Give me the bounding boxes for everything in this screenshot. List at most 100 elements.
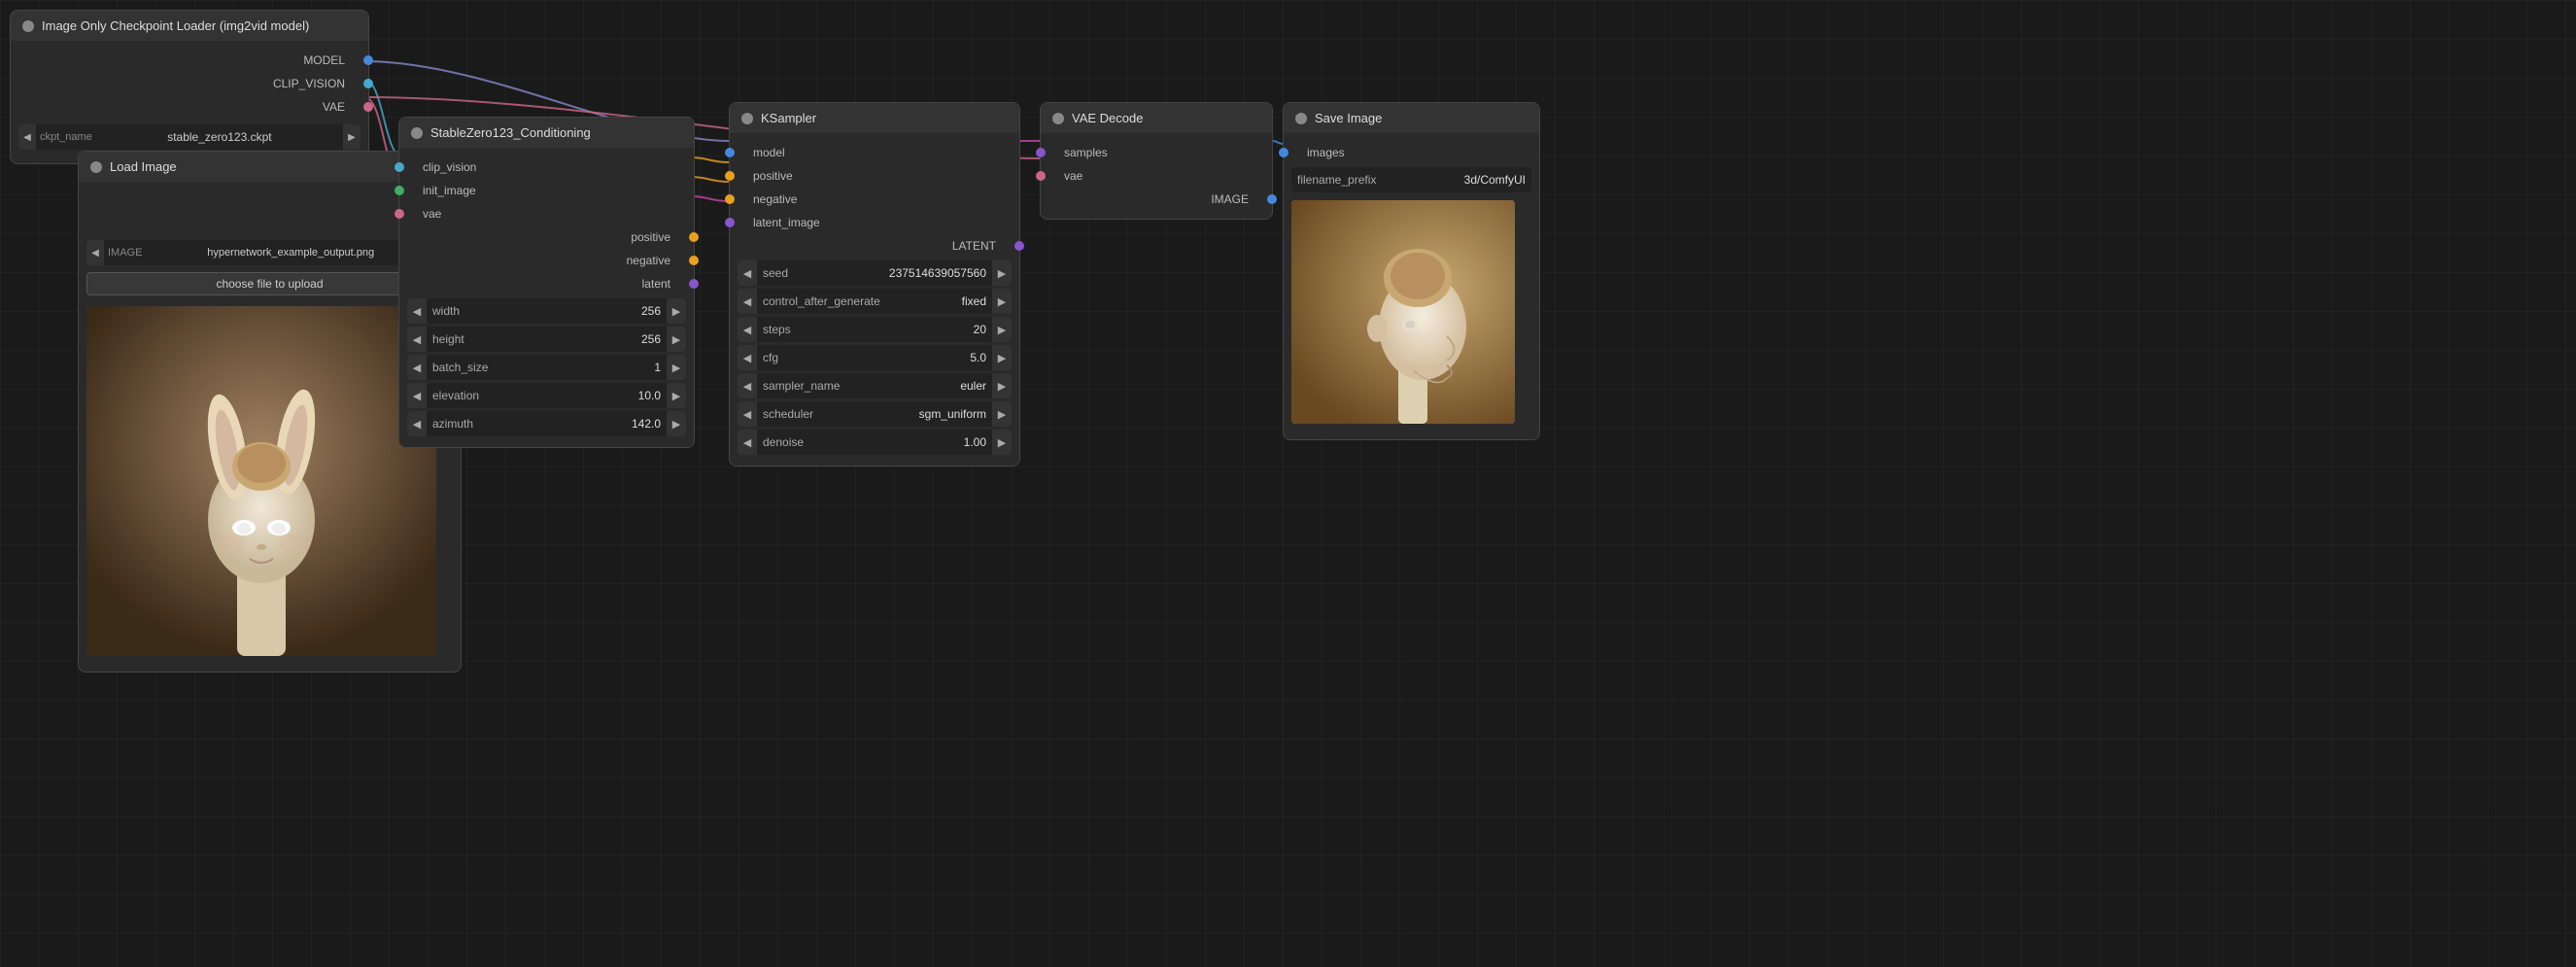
clip-vision-in-row: clip_vision [399,155,694,179]
seed-dec-btn[interactable]: ◀ [738,260,757,286]
images-in-row: images [1284,141,1539,164]
image-out2-row: IMAGE [1041,188,1272,211]
model-output-port[interactable] [363,55,373,65]
scheduler-dec-btn[interactable]: ◀ [738,401,757,427]
vae-input-port[interactable] [395,209,404,219]
denoise-inc-btn[interactable]: ▶ [992,430,1012,455]
height-inc-btn[interactable]: ▶ [667,327,686,352]
ksampler-positive-in-row: positive [730,164,1019,188]
steps-field: ◀ steps 20 ▶ [738,317,1012,342]
checkpoint-loader-title: Image Only Checkpoint Loader (img2vid mo… [42,18,309,33]
batch-value: 1 [648,361,667,374]
checkpoint-loader-node: Image Only Checkpoint Loader (img2vid mo… [10,10,369,164]
width-inc-btn[interactable]: ▶ [667,298,686,324]
denoise-label: denoise [757,435,958,449]
filename-prefix-value: 3d/ComfyUI [1459,173,1531,187]
control-inc-btn[interactable]: ▶ [992,289,1012,314]
sampler-inc-btn[interactable]: ▶ [992,373,1012,398]
vae-label: VAE [313,100,355,114]
elevation-inc-btn[interactable]: ▶ [667,383,686,408]
init-image-in-row: init_image [399,179,694,202]
image-prev-btn[interactable]: ◀ [86,240,104,265]
init-image-input-port[interactable] [395,186,404,195]
samples-input-port[interactable] [1036,148,1046,157]
vae-in2-label: vae [1054,169,1092,183]
positive-out-label: positive [621,230,680,244]
ksampler-latent-input-port[interactable] [725,218,735,227]
ksampler-status-dot [741,113,753,124]
ksampler-positive-input-port[interactable] [725,171,735,181]
filename-prefix-label: filename_prefix [1291,173,1459,187]
ksampler-body: model positive negative latent_image LAT… [730,133,1019,466]
batch-size-field: ◀ batch_size 1 ▶ [407,355,686,380]
control-after-generate-field: ◀ control_after_generate fixed ▶ [738,289,1012,314]
control-value: fixed [956,294,992,308]
height-dec-btn[interactable]: ◀ [407,327,427,352]
cfg-dec-btn[interactable]: ◀ [738,345,757,370]
save-image-status-dot [1295,113,1307,124]
negative-output-port[interactable] [689,256,699,265]
batch-label: batch_size [427,361,648,374]
denoise-dec-btn[interactable]: ◀ [738,430,757,455]
vae-decode-node: VAE Decode samples vae IMAGE [1040,102,1273,220]
azimuth-dec-btn[interactable]: ◀ [407,411,427,436]
elevation-value: 10.0 [633,389,667,402]
negative-out-label: negative [617,254,680,267]
save-image-title: Save Image [1315,111,1382,125]
images-input-port[interactable] [1279,148,1288,157]
steps-inc-btn[interactable]: ▶ [992,317,1012,342]
width-dec-btn[interactable]: ◀ [407,298,427,324]
stable-zero123-title: StableZero123_Conditioning [430,125,591,140]
image-output-port[interactable] [1267,194,1277,204]
elevation-dec-btn[interactable]: ◀ [407,383,427,408]
node-status-dot [22,20,34,32]
stable-zero123-header: StableZero123_Conditioning [399,118,694,148]
vae-in2-row: vae [1041,164,1272,188]
scheduler-inc-btn[interactable]: ▶ [992,401,1012,427]
save-preview-svg [1291,200,1515,424]
ckpt-name-value: stable_zero123.ckpt [96,130,343,144]
ksampler-negative-in-row: negative [730,188,1019,211]
ckpt-prev-btn[interactable]: ◀ [18,124,36,150]
sampler-name-field: ◀ sampler_name euler ▶ [738,373,1012,398]
positive-output-port[interactable] [689,232,699,242]
save-image-body: images filename_prefix 3d/ComfyUI [1284,133,1539,439]
filename-prefix-field: filename_prefix 3d/ComfyUI [1291,167,1531,192]
clip-vision-output-port[interactable] [363,79,373,88]
vae-output-port[interactable] [363,102,373,112]
azimuth-inc-btn[interactable]: ▶ [667,411,686,436]
ksampler-model-input-port[interactable] [725,148,735,157]
stable-zero123-status-dot [411,127,423,139]
ksampler-negative-in-label: negative [743,192,807,206]
clip-vision-port-row: CLIP_VISION [11,72,368,95]
ksampler-model-in-label: model [743,146,795,159]
batch-inc-btn[interactable]: ▶ [667,355,686,380]
samples-in-label: samples [1054,146,1117,159]
azimuth-field: ◀ azimuth 142.0 ▶ [407,411,686,436]
latent-output-port[interactable] [689,279,699,289]
cfg-value: 5.0 [964,351,992,364]
clip-vision-input-port[interactable] [395,162,404,172]
seed-inc-btn[interactable]: ▶ [992,260,1012,286]
ksampler-negative-input-port[interactable] [725,194,735,204]
samples-in-row: samples [1041,141,1272,164]
control-dec-btn[interactable]: ◀ [738,289,757,314]
steps-label: steps [757,323,968,336]
ksampler-latent-in-row: latent_image [730,211,1019,234]
ckpt-next-btn[interactable]: ▶ [343,124,361,150]
ksampler-latent-in-label: latent_image [743,216,830,229]
vae-decode-title: VAE Decode [1072,111,1143,125]
steps-dec-btn[interactable]: ◀ [738,317,757,342]
width-field: ◀ width 256 ▶ [407,298,686,324]
sampler-dec-btn[interactable]: ◀ [738,373,757,398]
height-field: ◀ height 256 ▶ [407,327,686,352]
ksampler-latent-output-port[interactable] [1014,241,1024,251]
stable-zero123-node: StableZero123_Conditioning clip_vision i… [398,117,695,448]
ksampler-model-in-row: model [730,141,1019,164]
checkpoint-loader-body: MODEL CLIP_VISION VAE ◀ ckpt_name stable… [11,41,368,163]
preview-background [86,306,436,656]
positive-out-row: positive [399,225,694,249]
batch-dec-btn[interactable]: ◀ [407,355,427,380]
vae-decode-input-port[interactable] [1036,171,1046,181]
cfg-inc-btn[interactable]: ▶ [992,345,1012,370]
